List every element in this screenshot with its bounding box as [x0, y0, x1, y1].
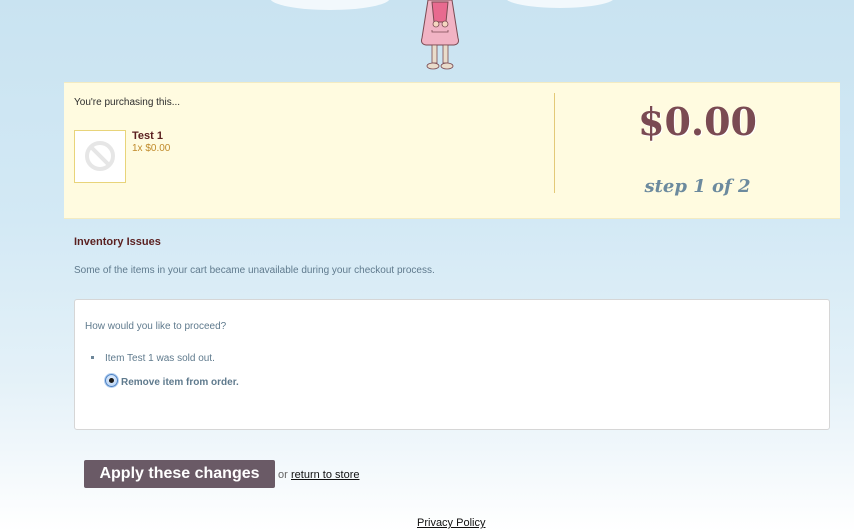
item-quantity-price: 1x $0.00	[132, 143, 171, 154]
cloud-decoration-right	[505, 0, 615, 8]
order-total: $0.00	[638, 99, 757, 144]
issue-item-text: Item Test 1 was sold out.	[105, 353, 215, 364]
proceed-question: How would you like to proceed?	[85, 321, 227, 332]
or-separator: or	[278, 469, 288, 481]
inventory-issues-description: Some of the items in your cart became un…	[74, 265, 435, 276]
radio-selected-dot	[109, 378, 114, 383]
order-summary-panel: You're purchasing this... Test 1 1x $0.0…	[64, 82, 840, 219]
apply-changes-button[interactable]: Apply these changes	[84, 460, 275, 488]
inventory-issues-heading: Inventory Issues	[74, 236, 161, 248]
return-to-store-link[interactable]: return to store	[291, 469, 359, 481]
mascot-illustration	[421, 0, 459, 70]
item-name: Test 1	[132, 130, 163, 142]
proceed-options-box: How would you like to proceed? Item Test…	[74, 299, 830, 430]
remove-item-radio[interactable]	[105, 374, 118, 387]
privacy-policy-link[interactable]: Privacy Policy	[417, 517, 485, 529]
purchasing-label: You're purchasing this...	[74, 97, 181, 108]
cloud-decoration-left	[270, 0, 390, 10]
checkout-step-indicator: step 1 of 2	[644, 176, 751, 197]
no-image-icon	[85, 141, 115, 171]
remove-item-label[interactable]: Remove item from order.	[121, 377, 239, 388]
item-thumbnail	[74, 130, 126, 183]
list-bullet	[91, 356, 94, 359]
